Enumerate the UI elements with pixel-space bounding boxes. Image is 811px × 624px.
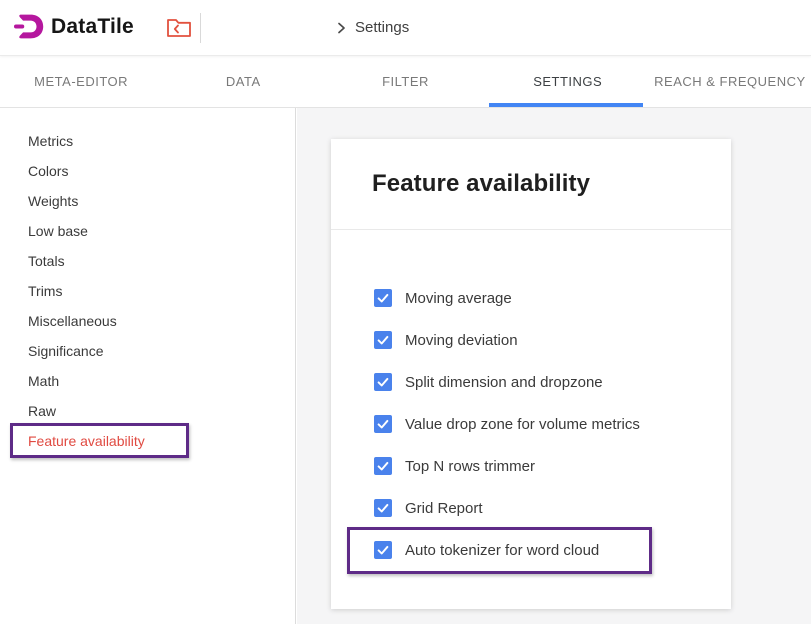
checkbox-row-value-drop-zone: Value drop zone for volume metrics [331, 403, 731, 445]
tab-label: FILTER [382, 74, 429, 89]
chevron-right-icon [337, 22, 346, 34]
tab-data[interactable]: DATA [162, 56, 324, 107]
tab-label: DATA [226, 74, 261, 89]
tab-label: SETTINGS [533, 74, 602, 89]
card-header: Feature availability [331, 139, 731, 230]
sidebar-item-label: Weights [28, 193, 78, 209]
sidebar-item-significance[interactable]: Significance [0, 336, 295, 366]
checkbox-label[interactable]: Grid Report [405, 500, 483, 517]
sidebar-item-label: Miscellaneous [28, 313, 117, 329]
sidebar-item-label: Colors [28, 163, 68, 179]
sidebar-item-miscellaneous[interactable]: Miscellaneous [0, 306, 295, 336]
checkbox-row-grid-report: Grid Report [331, 487, 731, 529]
sidebar-item-math[interactable]: Math [0, 366, 295, 396]
checkbox-checked-icon[interactable] [374, 457, 392, 475]
sidebar-item-trims[interactable]: Trims [0, 276, 295, 306]
checkbox-checked-icon[interactable] [374, 541, 392, 559]
collapse-folder-icon[interactable] [166, 16, 192, 40]
sidebar-item-metrics[interactable]: Metrics [0, 126, 295, 156]
tab-label: META-EDITOR [34, 74, 128, 89]
sidebar-item-label: Raw [28, 403, 56, 419]
checkbox-checked-icon[interactable] [374, 373, 392, 391]
checkbox-checked-icon[interactable] [374, 415, 392, 433]
tab-bar: META-EDITOR DATA FILTER SETTINGS REACH &… [0, 56, 811, 108]
sidebar-item-label: Totals [28, 253, 65, 269]
sidebar-item-weights[interactable]: Weights [0, 186, 295, 216]
checkbox-checked-icon[interactable] [374, 331, 392, 349]
checkbox-label[interactable]: Auto tokenizer for word cloud [405, 542, 599, 559]
checkbox-row-moving-deviation: Moving deviation [331, 319, 731, 361]
app-window: DataTile Settings META-EDITOR DATA [0, 0, 811, 624]
checkbox-row-moving-average: Moving average [331, 277, 731, 319]
breadcrumb[interactable]: Settings [337, 0, 409, 55]
datatile-logo[interactable]: DataTile [14, 13, 134, 40]
sidebar-item-raw[interactable]: Raw [0, 396, 295, 426]
top-header: DataTile Settings [0, 0, 811, 56]
settings-sidebar: Metrics Colors Weights Low base Totals T… [0, 108, 296, 624]
sidebar-item-label: Feature availability [28, 433, 145, 449]
sidebar-item-low-base[interactable]: Low base [0, 216, 295, 246]
checkbox-row-auto-tokenizer: Auto tokenizer for word cloud [331, 529, 731, 571]
checkbox-row-split-dimension: Split dimension and dropzone [331, 361, 731, 403]
checkbox-row-top-n-rows: Top N rows trimmer [331, 445, 731, 487]
active-tab-underline [489, 103, 643, 107]
sidebar-item-feature-availability[interactable]: Feature availability [0, 426, 295, 456]
header-divider [200, 13, 201, 43]
tab-label: REACH & FREQUENCY [654, 74, 806, 89]
checkbox-label[interactable]: Top N rows trimmer [405, 458, 535, 475]
sidebar-item-label: Trims [28, 283, 62, 299]
main-panel: Feature availability Moving average Movi [297, 108, 811, 624]
sidebar-item-label: Math [28, 373, 59, 389]
sidebar-item-totals[interactable]: Totals [0, 246, 295, 276]
tab-reach-frequency[interactable]: REACH & FREQUENCY [649, 56, 811, 107]
datatile-logo-icon [14, 13, 44, 40]
feature-availability-card: Feature availability Moving average Movi [331, 139, 731, 609]
feature-checkbox-list: Moving average Moving deviation Split di… [331, 230, 731, 571]
checkbox-checked-icon[interactable] [374, 289, 392, 307]
tab-settings[interactable]: SETTINGS [487, 56, 649, 107]
checkbox-label[interactable]: Moving deviation [405, 332, 518, 349]
checkbox-label[interactable]: Split dimension and dropzone [405, 374, 603, 391]
sidebar-item-colors[interactable]: Colors [0, 156, 295, 186]
datatile-logo-text: DataTile [51, 15, 134, 39]
checkbox-label[interactable]: Moving average [405, 290, 512, 307]
sidebar-item-label: Low base [28, 223, 88, 239]
breadcrumb-label: Settings [355, 19, 409, 36]
checkbox-checked-icon[interactable] [374, 499, 392, 517]
card-title: Feature availability [372, 170, 590, 197]
checkbox-label[interactable]: Value drop zone for volume metrics [405, 416, 640, 433]
content-area: Metrics Colors Weights Low base Totals T… [0, 108, 811, 624]
tab-meta-editor[interactable]: META-EDITOR [0, 56, 162, 107]
sidebar-item-label: Metrics [28, 133, 73, 149]
tab-filter[interactable]: FILTER [324, 56, 486, 107]
sidebar-item-label: Significance [28, 343, 104, 359]
